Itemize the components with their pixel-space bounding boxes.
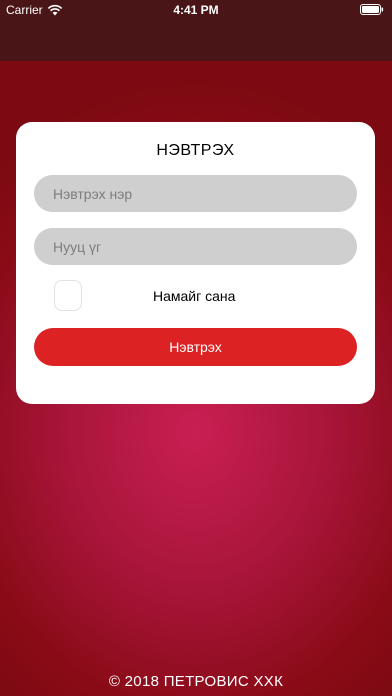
status-time: 4:41 PM <box>173 3 219 17</box>
login-button[interactable]: Нэвтрэх <box>34 328 357 366</box>
copyright-footer: © 2018 ПЕТРОВИС ХХК <box>108 673 284 690</box>
remember-me-checkbox[interactable] <box>54 280 82 311</box>
status-bar: Carrier 4:41 PM <box>0 0 392 20</box>
username-input[interactable] <box>34 175 357 212</box>
login-title: НЭВТРЭХ <box>156 142 235 159</box>
remember-me-label: Намайг сана <box>153 288 236 304</box>
password-input[interactable] <box>34 228 357 265</box>
login-card: НЭВТРЭХ Намайг сана Нэвтрэх <box>16 122 375 404</box>
battery-icon <box>360 4 384 15</box>
